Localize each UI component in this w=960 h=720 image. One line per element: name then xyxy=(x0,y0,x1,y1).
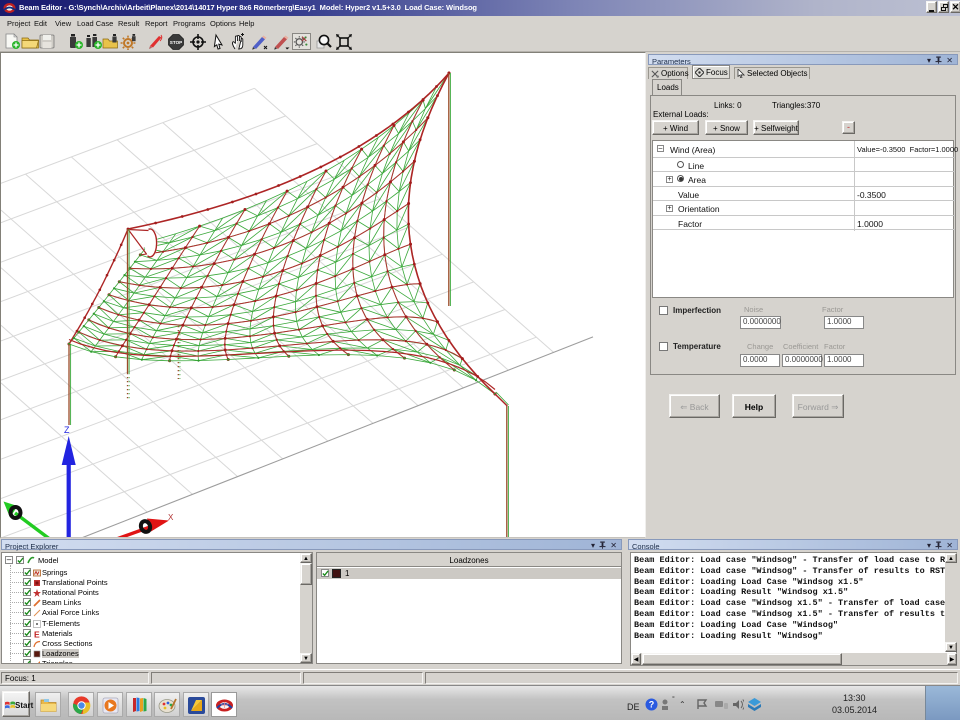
svg-text:E: E xyxy=(34,630,40,638)
svg-text:STOP: STOP xyxy=(170,40,182,45)
svg-text:X: X xyxy=(168,513,174,522)
svg-text:Z: Z xyxy=(64,425,70,435)
svg-text:?: ? xyxy=(649,700,655,710)
